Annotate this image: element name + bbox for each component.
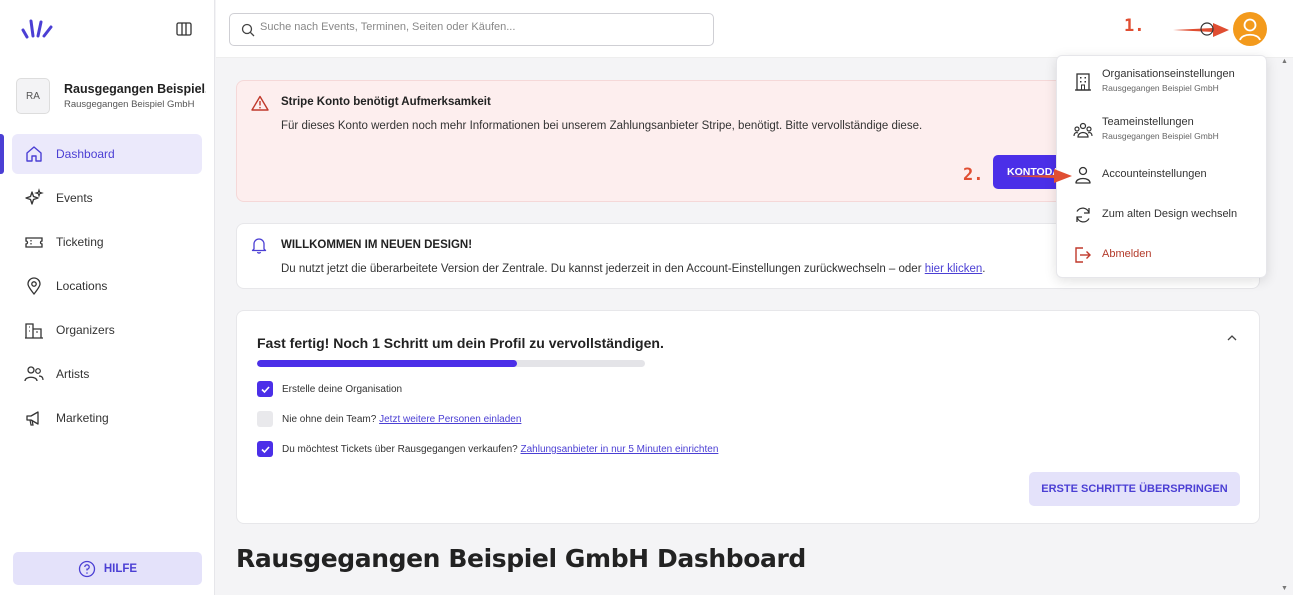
checkbox-checked[interactable] bbox=[257, 441, 273, 457]
menu-item-old-design[interactable]: Zum alten Design wechseln bbox=[1073, 204, 1263, 228]
scrollbar[interactable] bbox=[1278, 58, 1293, 595]
sidebar-item-label: Organizers bbox=[56, 323, 115, 337]
annotation-step-2: 2. bbox=[963, 165, 984, 185]
logout-icon bbox=[1075, 247, 1091, 263]
menu-item-team-settings[interactable]: Teameinstellungen Rausgegangen Beispiel … bbox=[1073, 116, 1263, 146]
menu-label: Zum alten Design wechseln bbox=[1102, 208, 1238, 220]
sidebar-item-ticketing[interactable]: Ticketing bbox=[12, 222, 202, 262]
org-avatar: RA bbox=[16, 78, 50, 114]
sidebar: RA Rausgegangen Beispiel... Rausgegangen… bbox=[0, 0, 215, 595]
checkmark-icon bbox=[260, 385, 270, 393]
warning-icon bbox=[251, 95, 269, 111]
alert-title: Stripe Konto benötigt Aufmerksamkeit bbox=[281, 96, 491, 108]
question-icon bbox=[78, 560, 96, 577]
org-switcher[interactable]: RA Rausgegangen Beispiel... Rausgegangen… bbox=[16, 78, 206, 118]
welcome-suffix: . bbox=[982, 263, 986, 275]
checkbox-unchecked[interactable] bbox=[257, 411, 273, 427]
help-circle-icon[interactable] bbox=[1200, 22, 1214, 36]
refresh-icon bbox=[1076, 207, 1090, 223]
onboarding-progress-bar bbox=[257, 360, 645, 367]
user-avatar-icon bbox=[1239, 18, 1261, 41]
welcome-body: Du nutzt jetzt die überarbeitete Version… bbox=[281, 263, 925, 275]
skip-onboarding-button[interactable]: ERSTE SCHRITTE ÜBERSPRINGEN bbox=[1029, 472, 1240, 506]
map-pin-icon bbox=[27, 277, 41, 296]
annotation-arrow-2-icon bbox=[1006, 169, 1072, 183]
progress-fill bbox=[257, 360, 517, 367]
checkbox-checked[interactable] bbox=[257, 381, 273, 397]
team-icon bbox=[1073, 122, 1093, 138]
sidebar-toggle-icon[interactable] bbox=[176, 22, 192, 36]
onboarding-card: Fast fertig! Noch 1 Schritt um dein Prof… bbox=[236, 310, 1260, 524]
payment-setup-link[interactable]: Zahlungsanbieter in nur 5 Minuten einric… bbox=[520, 444, 718, 455]
users-icon bbox=[24, 366, 44, 382]
building-icon bbox=[1075, 73, 1091, 91]
sidebar-item-label: Locations bbox=[56, 279, 108, 293]
welcome-text: Du nutzt jetzt die überarbeitete Version… bbox=[281, 263, 985, 275]
sidebar-item-events[interactable]: Events bbox=[12, 178, 202, 218]
alert-text: Für dieses Konto werden noch mehr Inform… bbox=[281, 120, 923, 132]
user-avatar-button[interactable] bbox=[1233, 12, 1267, 46]
sidebar-item-marketing[interactable]: Marketing bbox=[12, 398, 202, 438]
sidebar-item-label: Artists bbox=[56, 367, 90, 381]
switch-design-link[interactable]: hier klicken bbox=[925, 263, 983, 275]
onboarding-title: Fast fertig! Noch 1 Schritt um dein Prof… bbox=[257, 335, 664, 351]
onboarding-step: Erstelle deine Organisation bbox=[257, 381, 402, 397]
scroll-down-icon[interactable]: ▼ bbox=[1281, 585, 1288, 592]
home-icon bbox=[26, 146, 42, 162]
invite-team-link[interactable]: Jetzt weitere Personen einladen bbox=[379, 414, 521, 425]
menu-label: Organisationseinstellungen bbox=[1102, 68, 1235, 80]
chevron-up-icon[interactable] bbox=[1225, 331, 1239, 345]
scroll-up-icon[interactable]: ▲ bbox=[1281, 58, 1288, 65]
search-box[interactable] bbox=[229, 13, 714, 46]
active-indicator bbox=[0, 134, 4, 174]
top-bar: 1. bbox=[216, 0, 1293, 58]
account-dropdown-menu: Organisationseinstellungen Rausgegangen … bbox=[1056, 55, 1267, 278]
search-input[interactable] bbox=[260, 21, 700, 33]
step-text: Du möchtest Tickets über Rausgegangen ve… bbox=[282, 443, 518, 455]
sidebar-item-label: Marketing bbox=[56, 411, 109, 425]
help-label: HILFE bbox=[103, 562, 138, 575]
menu-label: Teameinstellungen bbox=[1102, 116, 1194, 128]
bell-icon bbox=[251, 238, 267, 254]
menu-sublabel: Rausgegangen Beispiel GmbH bbox=[1102, 83, 1219, 93]
ticket-icon bbox=[25, 237, 43, 248]
annotation-step-1: 1. bbox=[1124, 16, 1145, 36]
sidebar-item-artists[interactable]: Artists bbox=[12, 354, 202, 394]
sidebar-item-dashboard[interactable]: Dashboard bbox=[12, 134, 202, 174]
step-text: Erstelle deine Organisation bbox=[282, 383, 403, 395]
menu-sublabel: Rausgegangen Beispiel GmbH bbox=[1102, 131, 1219, 141]
sidebar-item-label: Events bbox=[56, 191, 93, 205]
menu-item-account-settings[interactable]: Accounteinstellungen bbox=[1073, 164, 1263, 188]
onboarding-step: Du möchtest Tickets über Rausgegangen ve… bbox=[257, 441, 718, 457]
org-subtitle: Rausgegangen Beispiel GmbH bbox=[64, 99, 195, 110]
checkmark-icon bbox=[260, 445, 270, 453]
step-text: Nie ohne dein Team? bbox=[282, 413, 377, 425]
sidebar-item-label: Ticketing bbox=[56, 235, 104, 249]
menu-item-logout[interactable]: Abmelden bbox=[1073, 244, 1263, 268]
sidebar-item-label: Dashboard bbox=[56, 147, 115, 161]
menu-label: Abmelden bbox=[1102, 248, 1152, 260]
megaphone-icon bbox=[26, 411, 39, 426]
logo-icon[interactable] bbox=[20, 16, 54, 40]
welcome-title: WILLKOMMEN IM NEUEN DESIGN! bbox=[281, 239, 473, 251]
buildings-icon bbox=[25, 323, 43, 339]
menu-item-org-settings[interactable]: Organisationseinstellungen Rausgegangen … bbox=[1073, 68, 1263, 98]
help-button[interactable]: HILFE bbox=[13, 552, 202, 585]
onboarding-step: Nie ohne dein Team? Jetzt weitere Person… bbox=[257, 411, 521, 427]
page-title: Rausgegangen Beispiel GmbH Dashboard bbox=[236, 544, 806, 573]
menu-label: Accounteinstellungen bbox=[1102, 168, 1207, 180]
user-icon bbox=[1075, 166, 1091, 184]
sparkles-icon bbox=[25, 188, 44, 205]
sidebar-item-organizers[interactable]: Organizers bbox=[12, 310, 202, 350]
sidebar-item-locations[interactable]: Locations bbox=[12, 266, 202, 306]
org-name: Rausgegangen Beispiel... bbox=[64, 82, 206, 96]
search-icon bbox=[241, 23, 255, 37]
